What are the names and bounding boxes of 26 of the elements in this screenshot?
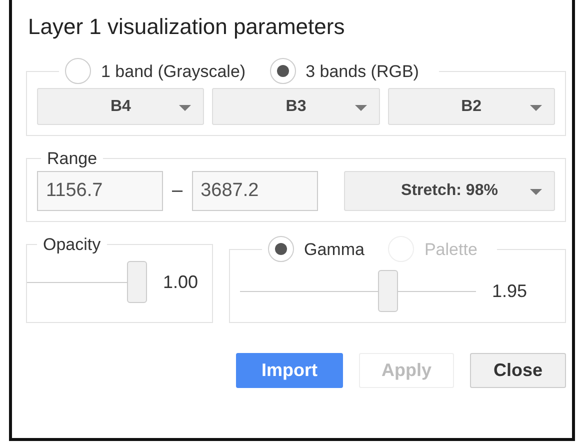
max-field[interactable]: 3687.2 xyxy=(192,171,318,212)
range-label: Range xyxy=(47,150,98,168)
radio-label: Palette xyxy=(424,240,478,258)
radio-button[interactable] xyxy=(268,236,294,262)
radio-label: 1 band (Grayscale) xyxy=(101,62,246,80)
dialog-title: Layer 1 visualization parameters xyxy=(28,14,346,40)
radio-button[interactable] xyxy=(270,58,296,84)
radio-label: 3 bands (RGB) xyxy=(306,62,419,80)
band-dropdown[interactable]: B2 xyxy=(388,88,555,126)
slider-thumb[interactable] xyxy=(127,261,147,304)
radio-label: Gamma xyxy=(304,240,364,258)
stretch-dropdown[interactable]: Stretch: 98% xyxy=(344,171,555,212)
slider-value: 1.00 xyxy=(163,270,198,294)
range-separator: – xyxy=(171,179,184,204)
min-field[interactable]: 1156.7 xyxy=(37,171,163,212)
caret-icon xyxy=(179,105,192,112)
opacity-label: Opacity xyxy=(43,236,101,254)
band-dropdown[interactable]: B4 xyxy=(37,88,204,126)
dialog-button[interactable]: Close xyxy=(470,353,566,388)
band-dropdown[interactable]: B3 xyxy=(212,88,380,126)
slider-thumb[interactable] xyxy=(378,270,398,312)
caret-icon xyxy=(354,105,367,112)
caret-icon xyxy=(530,189,542,196)
slider-value: 1.95 xyxy=(492,280,528,303)
radio-button[interactable] xyxy=(65,58,91,84)
caret-icon xyxy=(530,105,542,112)
